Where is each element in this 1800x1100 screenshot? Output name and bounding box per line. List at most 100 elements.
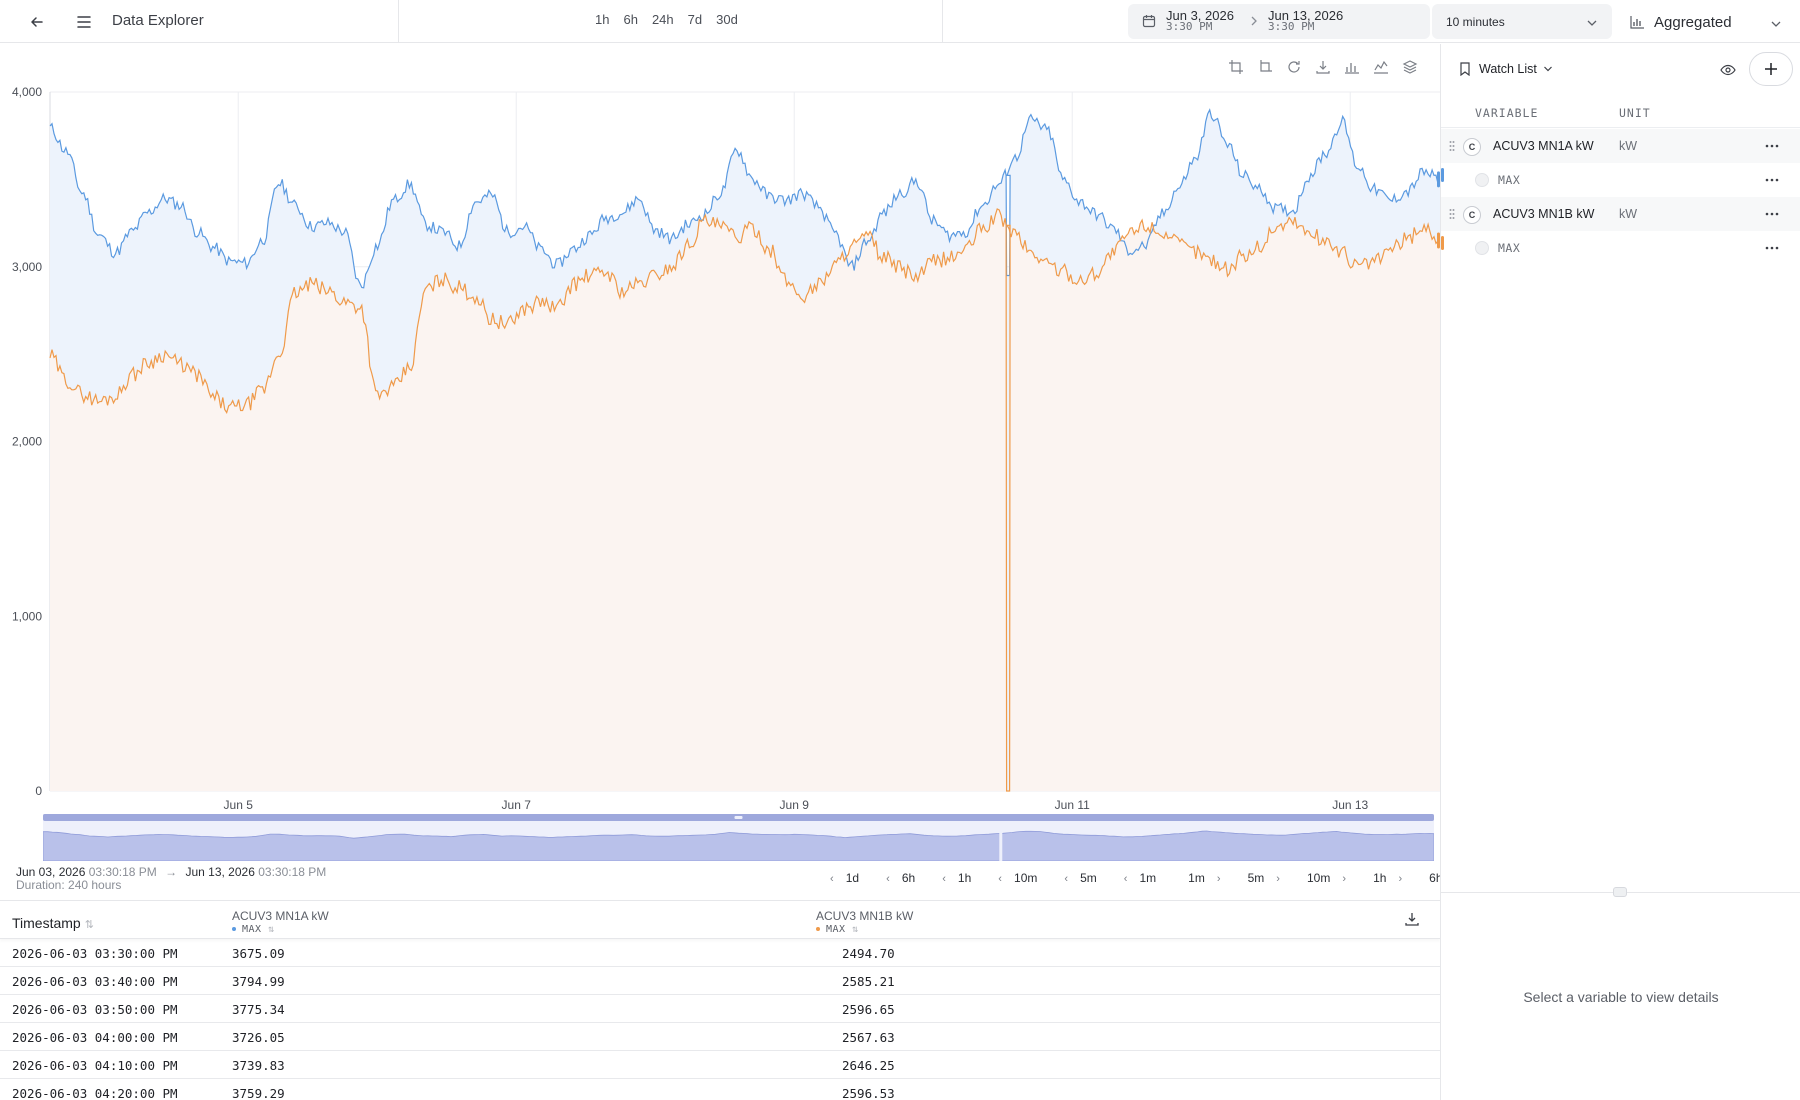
visibility-toggle[interactable]: [1475, 241, 1489, 255]
step-fwd-1h[interactable]: 1h ›: [1364, 871, 1420, 885]
range-info-start-time: 03:30:18 PM: [88, 865, 157, 879]
download-icon[interactable]: [1312, 56, 1334, 78]
y-tick-label: 3,000: [12, 260, 42, 274]
crop-icon[interactable]: [1225, 56, 1247, 78]
date-range-picker[interactable]: Jun 3, 2026 3:30 PM Jun 13, 2026 3:30 PM: [1128, 4, 1430, 39]
chevron-left-icon: ‹: [886, 873, 893, 885]
drag-handle-icon[interactable]: [1449, 208, 1455, 220]
resize-handle-icon[interactable]: [1613, 887, 1627, 897]
table-row[interactable]: 2026-06-03 04:20:00 PM 3759.29 2596.53: [0, 1079, 1440, 1100]
column-header-mn1a[interactable]: ACUV3 MN1A kW MAX ⇅: [232, 909, 329, 937]
table-row[interactable]: 2026-06-03 04:10:00 PM 3739.83 2646.25: [0, 1051, 1440, 1079]
add-variable-button[interactable]: [1749, 52, 1793, 86]
line-chart-icon[interactable]: [1370, 56, 1392, 78]
preset-6h[interactable]: 6h: [616, 12, 644, 27]
range-start[interactable]: Jun 3, 2026 3:30 PM: [1166, 9, 1234, 32]
step-fwd-10m[interactable]: 10m ›: [1298, 871, 1364, 885]
bar-chart-icon: [1630, 15, 1645, 32]
range-info: Jun 03, 2026 03:30:18 PM → Jun 13, 2026 …: [16, 866, 326, 892]
divider: [398, 0, 399, 43]
range-duration: Duration: 240 hours: [16, 878, 122, 892]
refresh-icon[interactable]: [1283, 56, 1305, 78]
aggregation-select[interactable]: Aggregated: [1620, 4, 1796, 39]
watch-list-dropdown[interactable]: Watch List: [1459, 62, 1553, 76]
menu-icon[interactable]: [73, 11, 95, 33]
column-header-mn1b[interactable]: ACUV3 MN1B kW MAX ⇅: [816, 909, 913, 937]
time-series-chart[interactable]: 0 1,000 2,000 3,000 4,000 Jun 5 Jun 7 Jun 9 Jun …: [0, 44, 1440, 814]
more-options-icon[interactable]: [1761, 138, 1783, 154]
range-info-start-date: Jun 03, 2026: [16, 865, 86, 879]
table-row[interactable]: 2026-06-03 03:50:00 PM 3775.34 2596.65: [0, 995, 1440, 1023]
x-tick-label: Jun 13: [1332, 798, 1368, 812]
chevron-down-icon: [1586, 16, 1598, 31]
variable-name: ACUV3 MN1A kW: [1493, 139, 1594, 153]
cell-value: 2646.25: [842, 1058, 895, 1073]
drag-handle-icon[interactable]: [1449, 140, 1455, 152]
top-bar: Data Explorer 1h 6h 24h 7d 30d Jun 3, 20…: [0, 0, 1800, 43]
chevron-right-icon: [1249, 15, 1259, 30]
sort-icon[interactable]: ⇅: [852, 924, 859, 935]
range-navigator[interactable]: [43, 814, 1434, 861]
aggregation-row[interactable]: MAX: [1441, 163, 1800, 197]
table-row[interactable]: 2026-06-03 03:30:00 PM 3675.09 2494.70: [0, 939, 1440, 967]
x-tick-label: Jun 5: [224, 798, 254, 812]
variable-row[interactable]: C ACUV3 MN1A kW kW: [1441, 129, 1800, 163]
back-icon[interactable]: [26, 11, 48, 33]
more-options-icon[interactable]: [1761, 172, 1783, 188]
crop-alt-icon[interactable]: [1254, 56, 1276, 78]
chevron-left-icon: ‹: [1123, 873, 1131, 885]
details-placeholder: Select a variable to view details: [1523, 989, 1719, 1005]
step-back-10m[interactable]: ‹ 10m: [980, 871, 1046, 885]
cell-value: 3675.09: [232, 946, 285, 961]
range-info-end-date: Jun 13, 2026: [185, 865, 255, 879]
more-options-icon[interactable]: [1761, 240, 1783, 256]
preset-24h[interactable]: 24h: [645, 12, 681, 27]
aggregation-row[interactable]: MAX: [1441, 231, 1800, 265]
bar-chart-icon[interactable]: [1341, 56, 1363, 78]
column-name: ACUV3 MN1B kW: [816, 909, 914, 923]
column-header-variable: VARIABLE: [1475, 106, 1539, 120]
step-back-1h[interactable]: ‹ 1h: [924, 871, 980, 885]
x-tick-label: Jun 9: [780, 798, 810, 812]
variable-unit: kW: [1619, 139, 1638, 153]
computed-badge: C: [1463, 206, 1481, 224]
chevron-left-icon: ‹: [998, 873, 1006, 885]
range-info-end-time: 03:30:18 PM: [258, 865, 327, 879]
divider: [942, 0, 943, 43]
cell-value: 3726.05: [232, 1030, 285, 1045]
computed-badge: C: [1463, 138, 1481, 156]
sort-icon[interactable]: ⇅: [268, 924, 275, 935]
eye-icon[interactable]: [1717, 59, 1739, 81]
cell-value: 3775.34: [232, 1002, 285, 1017]
table-row[interactable]: 2026-06-03 03:40:00 PM 3794.99 2585.21: [0, 967, 1440, 995]
range-end[interactable]: Jun 13, 2026 3:30 PM: [1268, 9, 1343, 32]
preset-7d[interactable]: 7d: [681, 12, 709, 27]
visibility-toggle[interactable]: [1475, 173, 1489, 187]
table-row[interactable]: 2026-06-03 04:00:00 PM 3726.05 2567.63: [0, 1023, 1440, 1051]
step-fwd-1m[interactable]: 1m ›: [1179, 871, 1238, 885]
step-back-5m[interactable]: ‹ 5m: [1046, 871, 1105, 885]
y-tick-label: 1,000: [12, 609, 42, 623]
preset-30d[interactable]: 30d: [709, 12, 745, 27]
sort-icon[interactable]: ⇅: [85, 919, 94, 931]
column-name: ACUV3 MN1A kW: [232, 909, 329, 923]
plus-icon: [1765, 63, 1777, 75]
data-table: Timestamp ⇅ ACUV3 MN1A kW MAX ⇅ ACUV3 MN1…: [0, 900, 1440, 1100]
step-back-1d[interactable]: ‹ 1d: [812, 871, 868, 885]
step-back-6h[interactable]: ‹ 6h: [868, 871, 924, 885]
download-icon[interactable]: [1404, 911, 1420, 930]
x-tick-label: Jun 11: [1055, 798, 1090, 812]
preset-1h[interactable]: 1h: [588, 12, 616, 27]
column-agg: MAX: [826, 924, 846, 935]
more-options-icon[interactable]: [1761, 206, 1783, 222]
step-fwd-5m[interactable]: 5m ›: [1239, 871, 1298, 885]
layers-icon[interactable]: [1399, 56, 1421, 78]
series-dot-icon: [232, 927, 236, 931]
variable-row[interactable]: C ACUV3 MN1B kW kW: [1441, 197, 1800, 231]
cell-value: 3794.99: [232, 974, 285, 989]
x-tick-label: Jun 7: [502, 798, 532, 812]
interval-select[interactable]: 10 minutes: [1432, 4, 1612, 39]
timestamp-header[interactable]: Timestamp ⇅: [12, 915, 94, 931]
chevron-left-icon: ‹: [1064, 873, 1072, 885]
step-back-1m[interactable]: ‹ 1m: [1106, 871, 1165, 885]
